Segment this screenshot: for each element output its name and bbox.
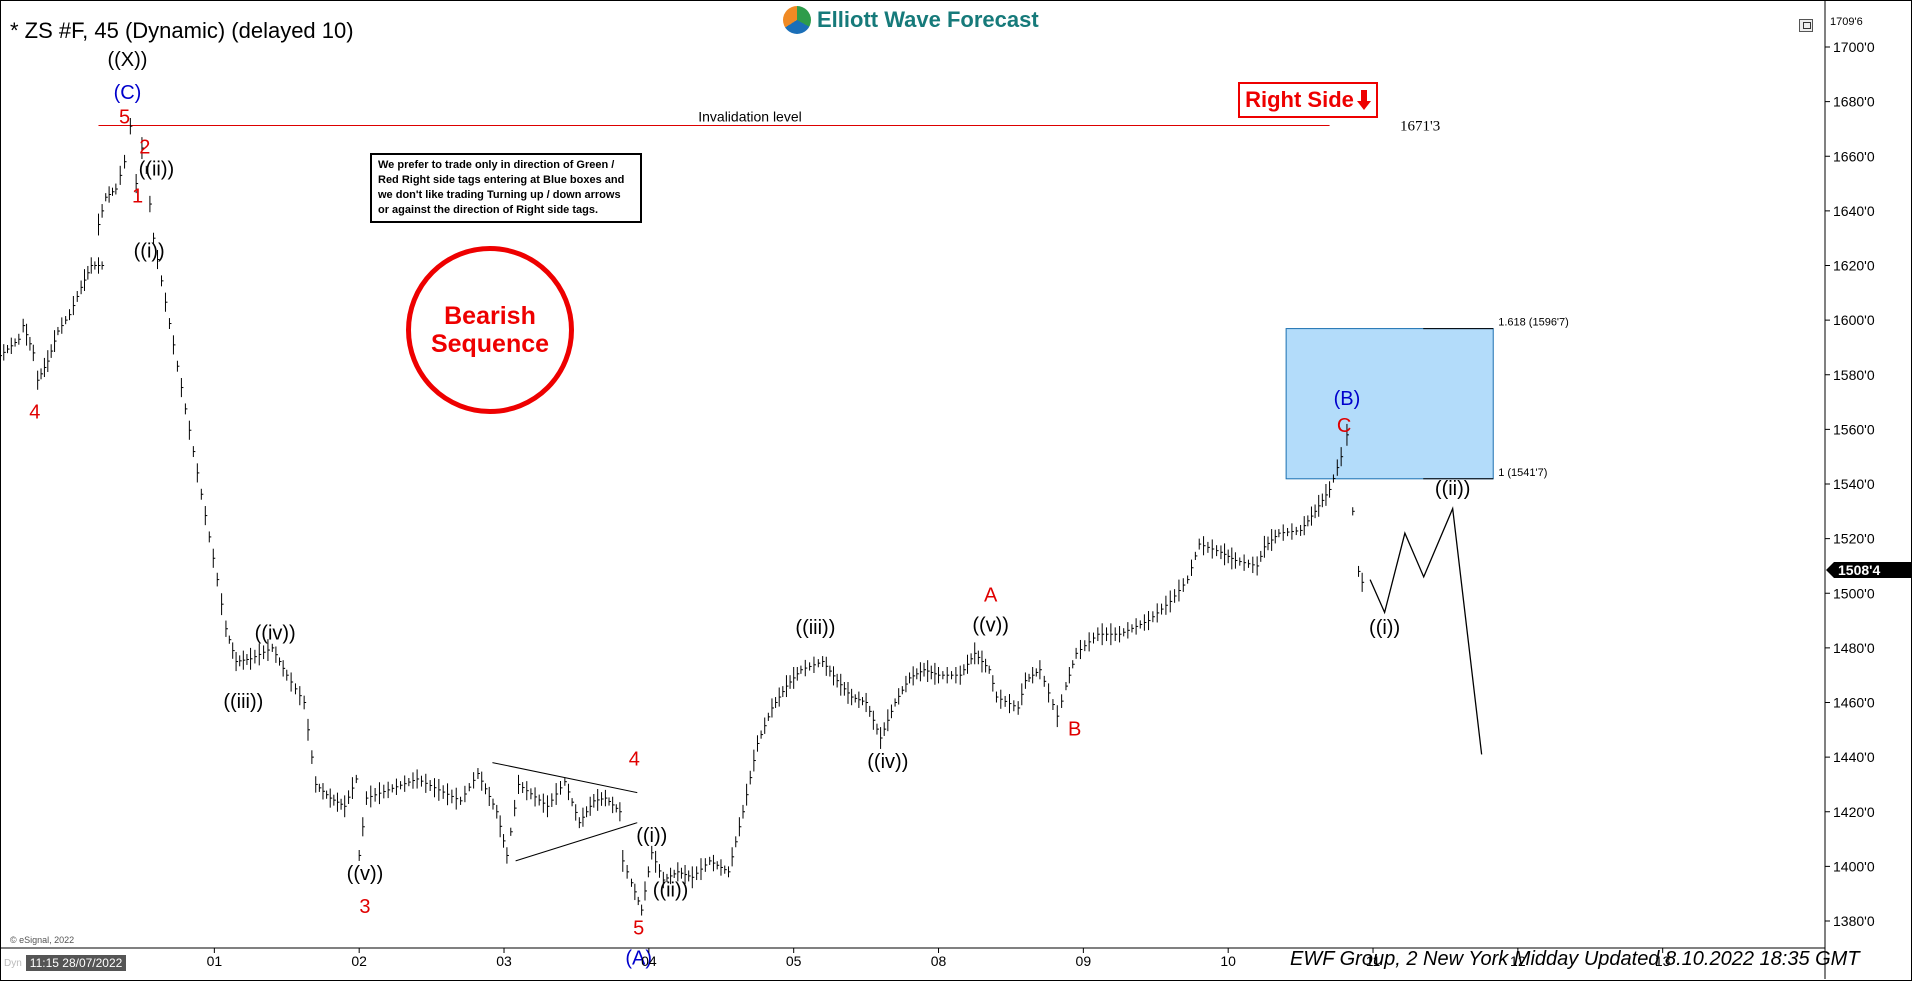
y-tick-label: 1600'0 (1833, 312, 1875, 328)
copyright: © eSignal, 2022 (10, 935, 75, 945)
wave-label: ((i)) (636, 825, 667, 847)
y-tick-label: 1640'0 (1833, 203, 1875, 219)
wave-label: C (1337, 415, 1351, 437)
x-tick-label: 09 (1076, 953, 1092, 969)
y-tick-label: 1660'0 (1833, 148, 1875, 164)
wave-label: ((v)) (347, 863, 384, 885)
logo-text: Elliott Wave Forecast (817, 6, 1039, 32)
bearish-sequence-badge: Bearish Sequence (406, 246, 574, 414)
bearish-line2: Sequence (430, 330, 550, 358)
invalidation-label: Invalidation level (698, 109, 802, 125)
fib-upper-label: 1.618 (1596'7) (1498, 317, 1569, 329)
y-tick-label: 1540'0 (1833, 476, 1875, 492)
wave-label: ((iv)) (255, 623, 296, 645)
wave-label: ((iii)) (795, 617, 835, 639)
wave-label: 3 (359, 896, 370, 918)
chart-title: * ZS #F, 45 (Dynamic) (delayed 10) (10, 18, 354, 43)
wave-label: 4 (29, 401, 40, 423)
x-tick-label: 05 (786, 953, 802, 969)
wave-label: A (984, 584, 998, 606)
wave-label: ((iv)) (867, 751, 908, 773)
wave-label: (C) (114, 82, 142, 104)
y-tick-label: 1480'0 (1833, 640, 1875, 656)
window-restore-button[interactable] (1799, 19, 1813, 32)
wave-label: ((ii)) (139, 158, 175, 180)
y-tick-label: 1400'0 (1833, 858, 1875, 874)
wave-label: 5 (119, 106, 130, 128)
wave-label: ((iii)) (223, 691, 263, 713)
dyn-label: Dyn (4, 957, 22, 969)
wave-label: ((i)) (1369, 617, 1400, 639)
right-side-tag: Right Side (1238, 82, 1378, 118)
fib-lower-label: 1 (1541'7) (1498, 467, 1547, 479)
x-tick-label: 08 (931, 953, 947, 969)
y-tick-label: 1420'0 (1833, 804, 1875, 820)
bearish-line1: Bearish (444, 302, 536, 330)
price-chart: 1.618 (1596'7) 1 (1541'7) Invalidation le… (0, 0, 1912, 979)
y-tick-label: 1520'0 (1833, 531, 1875, 547)
wave-label: ((ii)) (1435, 478, 1471, 500)
update-note: EWF Group, 2 New York Midday Updated 8.1… (1290, 948, 1860, 970)
wave-label: 5 (633, 918, 644, 940)
wave-label: 1 (132, 186, 143, 208)
y-tick-label: 1380'0 (1833, 913, 1875, 929)
blue-box (1285, 328, 1494, 480)
wave-label: B (1068, 718, 1081, 740)
status-bar: Dyn 11:15 28/07/2022 (0, 954, 127, 972)
logo-icon (783, 5, 811, 34)
y-tick-label: 1460'0 (1833, 695, 1875, 711)
wave-label: 2 (139, 137, 150, 159)
y-tick-label: 1680'0 (1833, 94, 1875, 110)
wave-label: ((v)) (972, 614, 1009, 636)
wave-label: (B) (1334, 388, 1361, 410)
trading-note: We prefer to trade only in direction of … (370, 153, 642, 223)
brand-logo: Elliott Wave Forecast (777, 3, 1045, 36)
x-tick-label: 10 (1220, 953, 1236, 969)
wave-label: ((i)) (134, 240, 165, 262)
triangle-upper-line (492, 762, 638, 794)
right-side-label: Right Side (1245, 87, 1354, 112)
y-tick-label: 1560'0 (1833, 421, 1875, 437)
invalidation-value: 1671'3 (1400, 119, 1440, 135)
last-price-label: 1508'4 (1838, 562, 1880, 578)
x-tick-label: 01 (207, 953, 223, 969)
x-tick-label: 02 (351, 953, 367, 969)
cursor-time: 11:15 28/07/2022 (25, 955, 127, 971)
y-tick-label: 1500'0 (1833, 585, 1875, 601)
x-tick-label: 04 (641, 953, 657, 969)
top-price-label: 1709'6 (1830, 16, 1863, 28)
triangle-lower-line (515, 822, 638, 862)
down-arrow-icon (1356, 90, 1371, 110)
y-tick-label: 1580'0 (1833, 367, 1875, 383)
y-tick-label: 1440'0 (1833, 749, 1875, 765)
x-tick-label: 03 (496, 953, 512, 969)
wave-label: 4 (629, 748, 640, 770)
y-tick-label: 1700'0 (1833, 39, 1875, 55)
wave-label: ((X)) (107, 49, 147, 71)
y-tick-label: 1620'0 (1833, 258, 1875, 274)
wave-label: ((ii)) (653, 879, 689, 901)
